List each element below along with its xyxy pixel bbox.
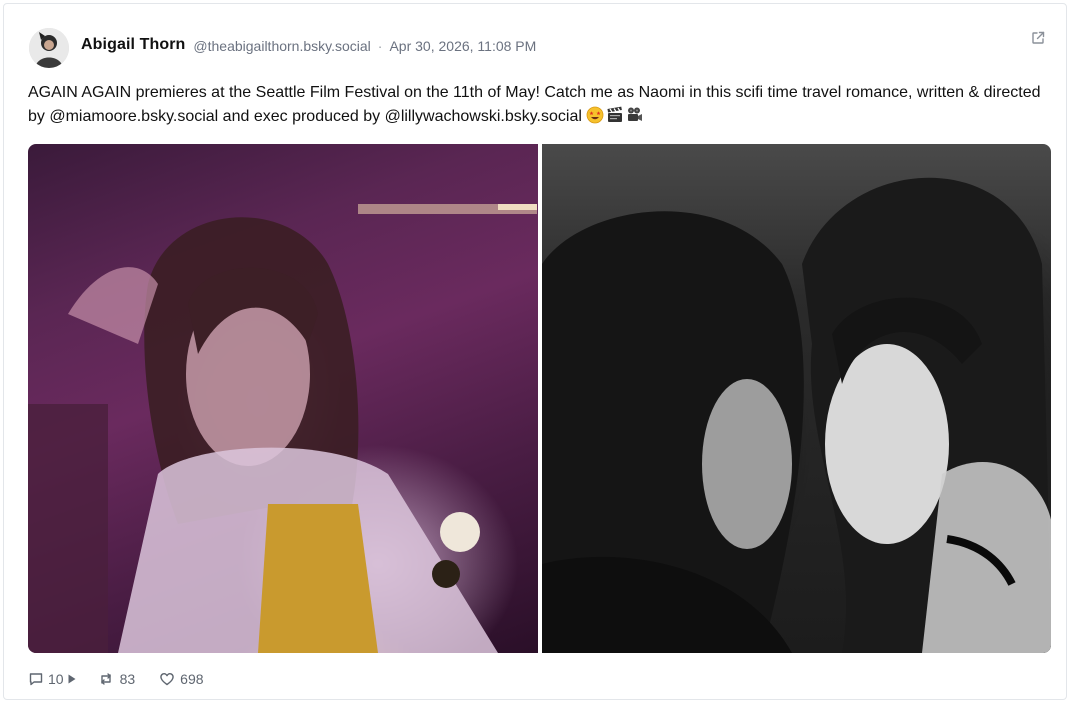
heart-icon: [159, 671, 175, 687]
speech-bubble-icon: [28, 671, 44, 687]
like-count: 698: [180, 671, 204, 687]
movie-camera-emoji: [626, 106, 644, 124]
mention-miamoore[interactable]: @miamoore.bsky.social: [49, 108, 218, 125]
separator-dot: ·: [377, 38, 383, 54]
reply-count: 10: [48, 671, 64, 687]
like-button[interactable]: 698: [159, 671, 204, 687]
post-text: AGAIN AGAIN premieres at the Seattle Fil…: [28, 81, 1048, 129]
post-text-part-2: and exec produced by: [218, 108, 385, 125]
repost-count: 83: [119, 671, 136, 687]
film-still-bw-image[interactable]: [541, 144, 1051, 653]
avatar[interactable]: [29, 28, 69, 68]
author-display-name[interactable]: Abigail Thorn: [81, 36, 185, 54]
external-link-icon[interactable]: [1030, 30, 1046, 46]
repost-arrows-icon: [98, 671, 114, 687]
film-still-color-image[interactable]: [28, 144, 538, 653]
post-timestamp[interactable]: Apr 30, 2026, 11:08 PM: [389, 38, 536, 54]
post-header: Abigail Thorn @theabigailthorn.bsky.soci…: [29, 28, 1046, 68]
mention-lillywachowski[interactable]: @lillywachowski.bsky.social: [385, 108, 582, 125]
post-actions: 10 83 698: [28, 669, 204, 689]
author-handle[interactable]: @theabigailthorn.bsky.social: [193, 38, 370, 54]
star-struck-emoji: [586, 106, 604, 124]
play-triangle-icon[interactable]: [68, 674, 76, 684]
reply-button[interactable]: 10: [28, 671, 76, 687]
media-gallery: [28, 144, 1051, 653]
post-card[interactable]: Abigail Thorn @theabigailthorn.bsky.soci…: [3, 3, 1067, 700]
repost-button[interactable]: 83: [98, 671, 136, 687]
clapper-board-emoji: [606, 106, 624, 124]
